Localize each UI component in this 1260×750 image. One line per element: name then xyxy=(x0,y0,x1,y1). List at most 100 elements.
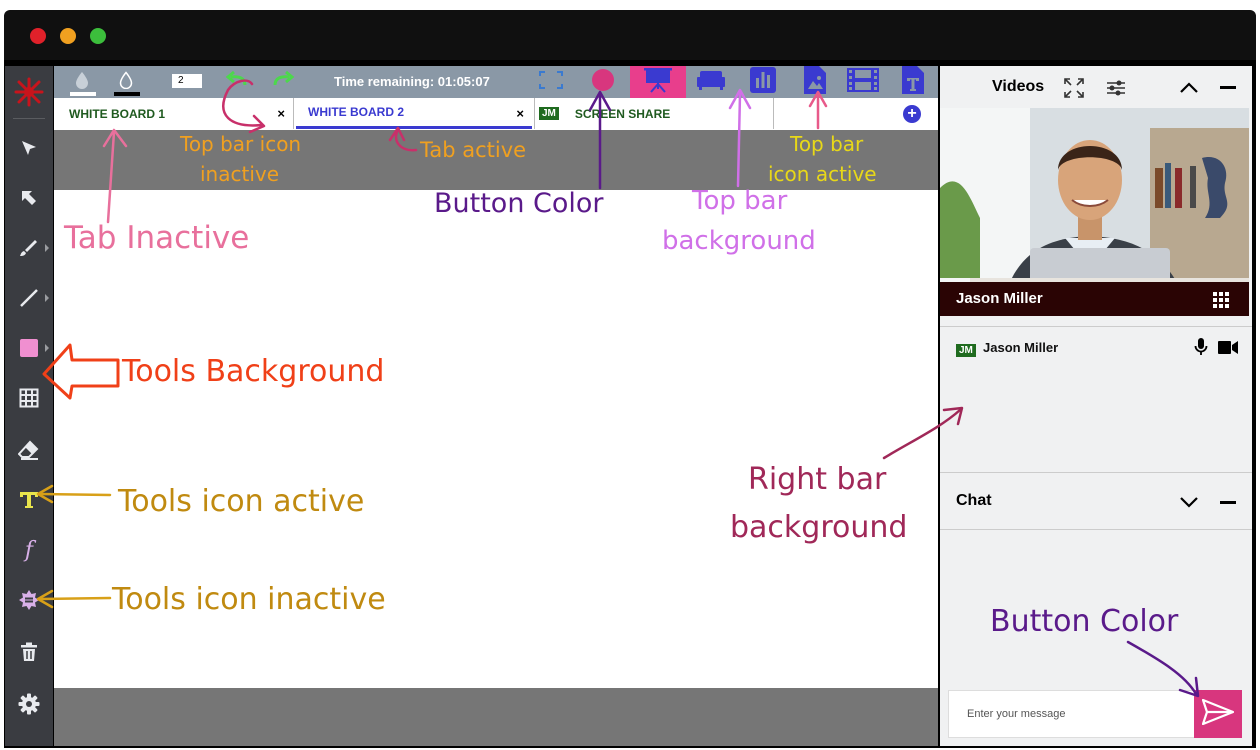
tab-close-icon[interactable]: × xyxy=(516,106,524,121)
minimize-chat-button[interactable] xyxy=(1220,501,1236,504)
annotation-tab-inactive: Tab Inactive xyxy=(64,220,250,256)
grid-icon xyxy=(1213,292,1229,312)
annotation-button-color-top: Button Color xyxy=(434,188,604,219)
tab-bar: WHITE BOARD 1 × WHITE BOARD 2 × JM SCREE… xyxy=(54,98,938,131)
sofa-icon xyxy=(696,69,726,96)
tab-label: SCREEN SHARE xyxy=(574,106,671,121)
chat-message-input[interactable]: Enter your message xyxy=(948,690,1196,738)
tools-divider xyxy=(13,118,45,119)
formula-icon: f xyxy=(24,537,34,563)
tab-white-board-1[interactable]: WHITE BOARD 1 × xyxy=(54,98,294,129)
canvas-bottom-margin xyxy=(54,688,938,746)
tab-label: WHITE BOARD 2 xyxy=(308,105,404,119)
time-remaining: Time remaining: 01:05:07 xyxy=(334,74,490,89)
annotation-top-bar-background-1: Top bar xyxy=(692,186,788,216)
rectangle-tool-button[interactable] xyxy=(5,328,53,368)
redo-button[interactable] xyxy=(264,66,302,98)
snowflake-logo-icon xyxy=(5,72,53,112)
expand-indicator-icon xyxy=(45,344,49,352)
whiteboard-tab-button[interactable] xyxy=(692,66,730,98)
annotation-button-color-bottom: Button Color xyxy=(990,604,1179,639)
user-badge: JM xyxy=(539,107,559,120)
badge-icon xyxy=(18,589,40,611)
video-button[interactable] xyxy=(844,66,882,98)
microphone-button[interactable] xyxy=(1194,338,1208,361)
brush-icon xyxy=(19,238,39,258)
video-name-bar: Jason Miller xyxy=(940,282,1249,316)
maximize-window-button[interactable] xyxy=(90,28,106,44)
line-tool-button[interactable] xyxy=(5,278,53,318)
annotation-tools-icon-inactive: Tools icon inactive xyxy=(112,582,386,617)
formula-tool-button[interactable]: f xyxy=(5,530,53,570)
text-file-icon xyxy=(902,65,924,99)
table-icon xyxy=(19,388,39,408)
chat-placeholder: Enter your message xyxy=(967,708,1066,720)
chart-button[interactable] xyxy=(744,66,782,98)
annotation-top-bar-icon-inactive-2: inactive xyxy=(200,162,280,186)
water-drop-outline-icon xyxy=(119,70,133,94)
participant-badge: JM xyxy=(956,340,976,358)
fullscreen-icon xyxy=(539,70,563,94)
brush-tool-button[interactable] xyxy=(5,228,53,268)
window-titlebar xyxy=(4,10,1256,60)
undo-icon xyxy=(225,70,249,94)
expand-arrows-icon xyxy=(1064,78,1084,102)
video-participant-name: Jason Miller xyxy=(956,290,1043,307)
top-bar: 2 Time remaining: 01:05:07 xyxy=(54,65,938,99)
close-window-button[interactable] xyxy=(30,28,46,44)
fill-color-button[interactable] xyxy=(64,66,100,98)
text-document-button[interactable] xyxy=(894,65,932,99)
video-grid-button[interactable] xyxy=(1213,292,1229,313)
tab-screen-share[interactable]: JM SCREEN SHARE xyxy=(534,98,774,129)
eraser-tool-button[interactable] xyxy=(5,430,53,470)
delete-tool-button[interactable] xyxy=(5,632,53,672)
participant-name: Jason Miller xyxy=(983,340,1059,355)
rectangle-icon xyxy=(19,338,39,358)
pointer-icon xyxy=(20,139,38,157)
line-icon xyxy=(19,288,39,308)
video-settings-button[interactable] xyxy=(1106,80,1126,101)
tools-sidebar: f xyxy=(5,66,53,746)
pointer-tool-button[interactable] xyxy=(5,128,53,168)
trash-icon xyxy=(20,642,38,662)
sliders-icon xyxy=(1106,80,1126,100)
divider xyxy=(940,529,1252,530)
send-message-button[interactable] xyxy=(1194,690,1242,738)
add-tab-button[interactable]: + xyxy=(903,105,921,123)
table-tool-button[interactable] xyxy=(5,378,53,418)
annotation-tools-icon-active: Tools icon active xyxy=(118,484,365,519)
collapse-videos-button[interactable] xyxy=(1180,80,1198,98)
presentation-icon xyxy=(643,67,673,98)
stroke-color-button[interactable] xyxy=(108,66,144,98)
expand-videos-button[interactable] xyxy=(1064,78,1084,103)
divider xyxy=(940,326,1252,327)
arrow-tool-button[interactable] xyxy=(5,178,53,218)
settings-tool-button[interactable] xyxy=(5,684,53,724)
tab-white-board-2[interactable]: WHITE BOARD 2 × xyxy=(296,98,532,129)
text-tool-button[interactable] xyxy=(5,480,53,520)
water-drop-icon xyxy=(75,71,89,94)
plus-icon: + xyxy=(907,105,917,122)
annotation-top-bar-icon-active-1: Top bar xyxy=(790,132,864,156)
tab-close-icon[interactable]: × xyxy=(277,106,285,121)
fullscreen-button[interactable] xyxy=(532,66,570,98)
presentation-button[interactable] xyxy=(630,66,686,98)
annotation-right-bar-background-1: Right bar xyxy=(748,462,887,497)
bar-chart-icon xyxy=(750,66,776,98)
undo-button[interactable] xyxy=(218,66,256,98)
image-file-icon xyxy=(804,65,826,99)
arrow-icon xyxy=(20,189,38,207)
toggle-chat-button[interactable] xyxy=(1180,496,1198,514)
minimize-window-button[interactable] xyxy=(60,28,76,44)
divider xyxy=(940,472,1252,473)
tab-label: WHITE BOARD 1 xyxy=(69,106,165,121)
chevron-down-icon xyxy=(1180,496,1198,513)
minimize-videos-button[interactable] xyxy=(1220,86,1236,89)
gear-icon xyxy=(18,693,40,715)
camera-button[interactable] xyxy=(1218,341,1238,359)
image-button[interactable] xyxy=(796,65,834,99)
record-button[interactable] xyxy=(584,66,622,98)
page-number-input[interactable]: 2 xyxy=(172,74,202,88)
annotation-top-bar-icon-active-2: icon active xyxy=(768,162,877,186)
badge-tool-button[interactable] xyxy=(5,580,53,620)
